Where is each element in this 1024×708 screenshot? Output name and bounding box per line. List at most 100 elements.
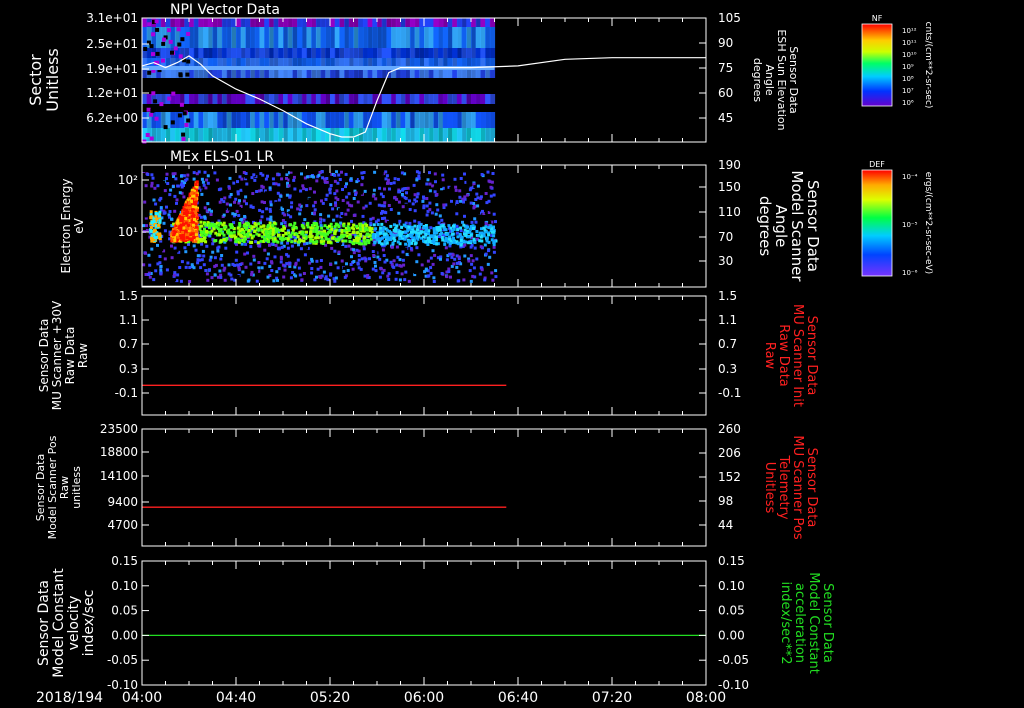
els-cell: [345, 182, 348, 186]
npi-cell: [372, 58, 378, 66]
els-cell: [482, 234, 486, 238]
els-cell: [396, 248, 400, 252]
els-cell: [363, 274, 367, 278]
y-tick-label: 1.5: [119, 289, 138, 303]
els-cell: [218, 200, 222, 204]
els-cell: [178, 191, 182, 195]
els-cell: [425, 213, 429, 217]
npi-cell: [283, 18, 289, 27]
els-cell: [404, 247, 408, 251]
els-cell: [303, 218, 307, 222]
els-cell: [470, 170, 473, 174]
y2-tick-label: 30: [718, 254, 733, 268]
npi-cell: [311, 58, 317, 66]
npi-cell: [348, 94, 355, 104]
els-cell: [236, 226, 240, 230]
els-cell: [452, 240, 456, 244]
npi-cell: [348, 58, 355, 66]
npi-cell: [480, 18, 486, 27]
els-cell: [190, 263, 194, 267]
npi-cell: [480, 27, 486, 48]
npi-cell: [362, 18, 369, 27]
els-cell: [452, 262, 456, 266]
els-cell: [212, 190, 216, 194]
els-cell: [182, 195, 186, 199]
npi-cell: [283, 128, 289, 142]
y2-tick-label: 0.15: [718, 554, 745, 568]
els-cell: [377, 203, 381, 207]
els-cell: [341, 199, 345, 202]
els-cell: [494, 220, 497, 224]
els-cell: [411, 202, 415, 206]
npi-cell: [400, 48, 406, 58]
els-cell: [254, 202, 258, 205]
els-cell: [272, 279, 276, 283]
y-tick-label: 23500: [100, 422, 138, 436]
els-cell: [176, 273, 180, 277]
els-cell: [274, 243, 278, 247]
y2-tick-label: 110: [718, 205, 741, 219]
els-cell: [244, 172, 248, 175]
els-cell: [287, 198, 291, 202]
els-cell: [492, 245, 496, 249]
npi-cell: [142, 94, 148, 104]
els-cell: [208, 258, 212, 262]
els-cell: [252, 173, 256, 177]
y-tick-label: 10¹: [118, 225, 138, 239]
npi-cell: [180, 37, 185, 42]
npi-cell: [475, 112, 481, 128]
els-cell: [376, 234, 380, 238]
els-cell: [219, 229, 223, 232]
npi-cell: [203, 112, 209, 128]
els-cell: [335, 189, 339, 193]
els-cell: [243, 252, 247, 256]
els-cell: [408, 221, 412, 225]
npi-cell: [353, 18, 359, 27]
y-axis-label: SectorUnitless: [26, 48, 62, 112]
npi-cell: [226, 94, 232, 104]
els-cell: [447, 224, 451, 228]
els-cell: [475, 192, 479, 196]
npi-cell: [344, 18, 350, 27]
els-cell: [204, 269, 208, 272]
els-cell: [154, 269, 158, 273]
npi-cell: [471, 112, 477, 128]
npi-cell: [167, 28, 171, 33]
els-cell: [366, 239, 370, 242]
els-cell: [245, 182, 249, 186]
npi-cell: [315, 112, 322, 128]
els-cell: [190, 190, 194, 194]
els-cell: [172, 229, 176, 233]
els-cell: [396, 255, 400, 259]
els-cell: [488, 221, 492, 225]
els-cell: [433, 172, 437, 176]
els-cell: [230, 234, 234, 238]
els-cell: [386, 238, 390, 242]
npi-cell: [358, 112, 364, 128]
els-cell: [374, 197, 378, 201]
els-cell: [379, 231, 382, 235]
els-cell: [444, 246, 448, 250]
els-cell: [324, 197, 328, 201]
els-cell: [299, 189, 303, 193]
els-cell: [462, 278, 466, 282]
els-cell: [314, 236, 318, 240]
els-cell: [150, 236, 154, 240]
els-cell: [463, 254, 467, 258]
y-axis-label: Sensor Data MU Scanner +30V Raw Data Raw: [37, 300, 90, 410]
els-cell: [394, 277, 398, 281]
els-cell: [352, 223, 356, 227]
els-cell: [179, 234, 183, 238]
els-cell: [308, 197, 312, 201]
els-cell: [398, 237, 402, 241]
els-cell: [175, 221, 179, 225]
els-cell: [412, 230, 416, 234]
els-cell: [162, 180, 166, 184]
els-cell: [396, 240, 400, 244]
els-cell: [313, 278, 317, 282]
npi-cell: [278, 94, 284, 104]
els-cell: [422, 235, 425, 239]
npi-cell: [287, 94, 293, 104]
els-cell: [186, 173, 190, 177]
npi-cell: [245, 27, 251, 48]
